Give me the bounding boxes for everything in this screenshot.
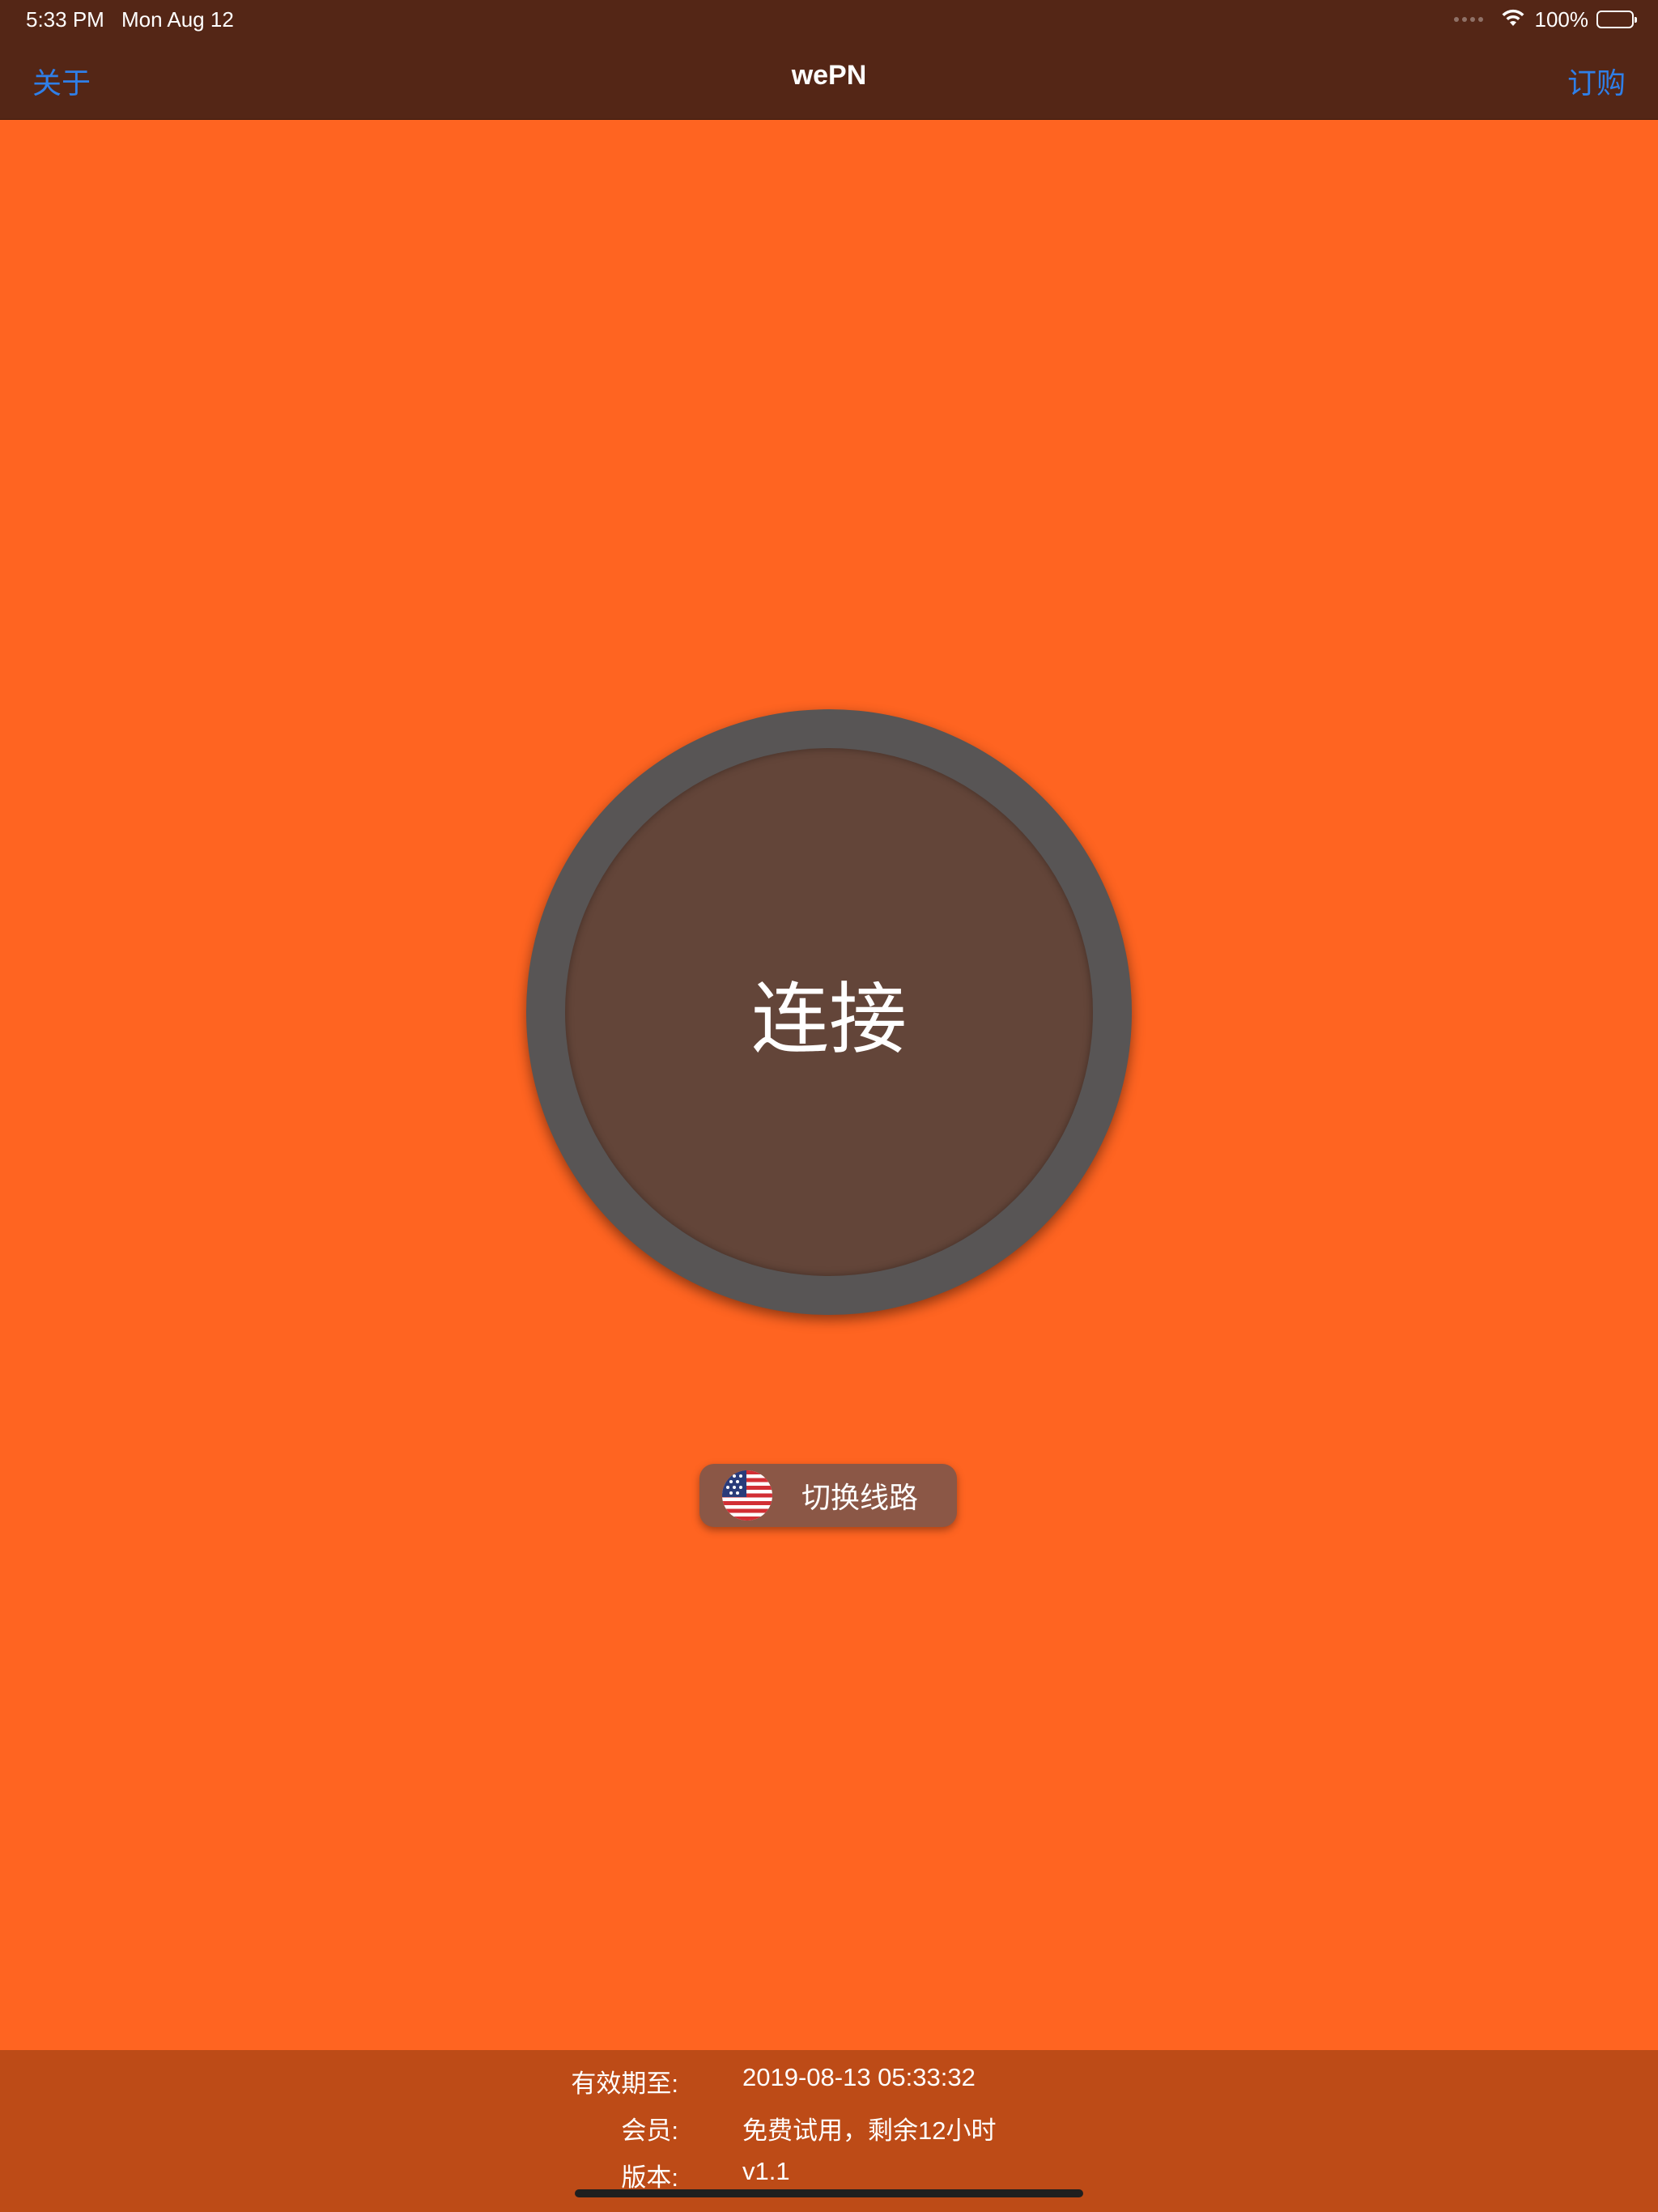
membership-label: 会员: <box>621 2116 678 2145</box>
connect-button-inner[interactable]: 连接 <box>565 748 1093 1276</box>
status-bar: 5:33 PM Mon Aug 12 100% <box>0 0 1658 39</box>
navigation-bar: 关于 wePN 订购 <box>0 39 1658 120</box>
status-time: 5:33 PM <box>26 7 104 32</box>
status-date: Mon Aug 12 <box>121 7 234 32</box>
switch-route-label: 切换线路 <box>801 1482 919 1515</box>
version-label: 版本: <box>621 2163 678 2192</box>
status-indicators: 100% <box>1453 5 1637 34</box>
connect-label: 连接 <box>751 973 907 1065</box>
subscribe-button[interactable]: 订购 <box>1567 60 1626 102</box>
version-value: v1.1 <box>742 2157 790 2185</box>
expiry-label: 有效期至: <box>571 2069 678 2098</box>
app-title: wePN <box>791 60 867 91</box>
expiry-row: 有效期至: 2019-08-13 05:33:32 <box>0 2063 1658 2108</box>
battery-icon <box>1596 11 1637 28</box>
home-indicator[interactable] <box>575 2189 1083 2197</box>
cellular-signal-icon <box>1453 17 1483 22</box>
connect-button[interactable]: 连接 <box>526 709 1132 1315</box>
membership-row: 会员: 免费试用，剩余12小时 <box>0 2110 1658 2155</box>
switch-route-button[interactable]: 切换线路 <box>699 1464 957 1527</box>
wifi-icon <box>1499 6 1527 33</box>
us-flag-icon <box>722 1470 772 1521</box>
membership-value: 免费试用，剩余12小时 <box>742 2116 997 2145</box>
expiry-value: 2019-08-13 05:33:32 <box>742 2063 976 2091</box>
battery-percent: 100% <box>1534 6 1589 32</box>
account-info-footer: 有效期至: 2019-08-13 05:33:32 会员: 免费试用，剩余12小… <box>0 2050 1658 2212</box>
